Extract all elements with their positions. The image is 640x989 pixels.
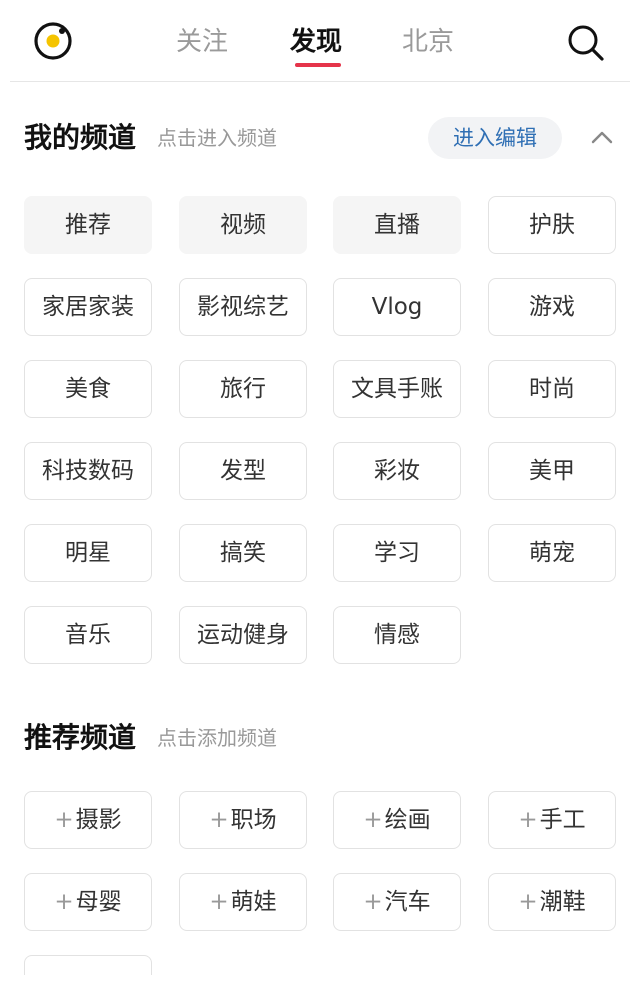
plus-icon: +: [209, 889, 229, 915]
add-channel-chip[interactable]: +绘画: [333, 791, 461, 849]
add-channel-chip[interactable]: +手工: [488, 791, 616, 849]
add-channel-label: 职场: [230, 807, 277, 833]
channel-chip[interactable]: 家居家装: [24, 278, 152, 336]
add-channel-chip[interactable]: +职场: [179, 791, 307, 849]
channel-chip[interactable]: 影视综艺: [179, 278, 307, 336]
channel-chip[interactable]: 美食: [24, 360, 152, 418]
add-channel-chip[interactable]: +母婴: [24, 873, 152, 931]
channel-chip[interactable]: 音乐: [24, 606, 152, 664]
channel-chip[interactable]: 护肤: [488, 196, 616, 254]
plus-icon: +: [54, 807, 74, 833]
channel-chip[interactable]: 时尚: [488, 360, 616, 418]
add-channel-chip[interactable]: +潮鞋: [488, 873, 616, 931]
channel-chip[interactable]: 搞笑: [179, 524, 307, 582]
channel-chip[interactable]: 明星: [24, 524, 152, 582]
plus-icon: +: [363, 889, 383, 915]
add-channel-label: 萌娃: [230, 889, 277, 915]
plus-icon: +: [518, 889, 538, 915]
my-channels-title: 我的频道: [24, 121, 137, 154]
channel-chip[interactable]: 情感: [333, 606, 461, 664]
add-channel-label: 母婴: [75, 889, 122, 915]
channel-chip[interactable]: 文具手账: [333, 360, 461, 418]
enter-edit-button[interactable]: 进入编辑: [428, 117, 562, 159]
channel-chip[interactable]: 彩妆: [333, 442, 461, 500]
add-channel-chip[interactable]: +萌娃: [179, 873, 307, 931]
add-channel-chip[interactable]: +摄影: [24, 791, 152, 849]
plus-icon: +: [363, 807, 383, 833]
add-channel-label: 手工: [539, 807, 586, 833]
tab-beijing[interactable]: 北京: [402, 22, 454, 62]
header-divider: [10, 81, 630, 82]
add-channel-chip[interactable]: +汽车: [333, 873, 461, 931]
my-channels-hint: 点击进入频道: [157, 126, 277, 150]
channel-chip[interactable]: 游戏: [488, 278, 616, 336]
tab-discover[interactable]: 发现: [290, 22, 342, 62]
recommended-channels-hint: 点击添加频道: [157, 726, 277, 750]
plus-icon: +: [54, 889, 74, 915]
tab-follow[interactable]: 关注: [176, 22, 228, 62]
channel-chip[interactable]: 发型: [179, 442, 307, 500]
channel-chip[interactable]: 萌宠: [488, 524, 616, 582]
plus-icon: +: [518, 807, 538, 833]
channel-chip-partial[interactable]: [24, 955, 152, 975]
add-channel-label: 绘画: [384, 807, 431, 833]
channel-chip[interactable]: 旅行: [179, 360, 307, 418]
add-channel-label: 摄影: [75, 807, 122, 833]
channel-chip[interactable]: 视频: [179, 196, 307, 254]
channel-chip[interactable]: 美甲: [488, 442, 616, 500]
chevron-up-icon[interactable]: [588, 124, 616, 152]
channel-chip[interactable]: Vlog: [333, 278, 461, 336]
channel-chip[interactable]: 推荐: [24, 196, 152, 254]
channel-chip[interactable]: 直播: [333, 196, 461, 254]
channel-chip[interactable]: 学习: [333, 524, 461, 582]
search-icon[interactable]: [565, 22, 605, 62]
active-tab-indicator: [295, 63, 341, 67]
channel-chip[interactable]: 运动健身: [179, 606, 307, 664]
add-channel-label: 汽车: [384, 889, 431, 915]
plus-icon: +: [209, 807, 229, 833]
recommended-channels-title: 推荐频道: [24, 721, 137, 754]
top-nav: 关注 发现 北京: [0, 0, 640, 82]
channel-chip[interactable]: 科技数码: [24, 442, 152, 500]
add-channel-label: 潮鞋: [539, 889, 586, 915]
logo-icon[interactable]: [33, 21, 73, 61]
